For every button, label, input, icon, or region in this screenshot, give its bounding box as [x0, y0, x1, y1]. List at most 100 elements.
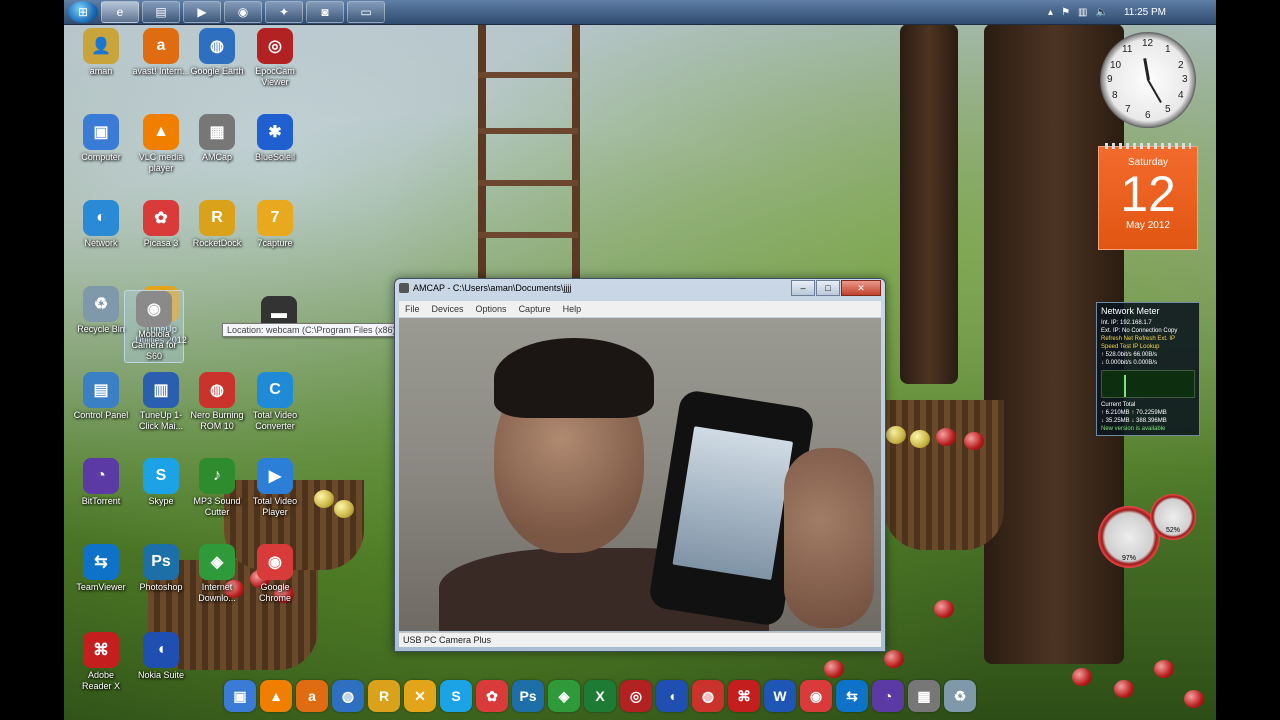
- dock-item-rocketdock[interactable]: R: [368, 680, 400, 712]
- dock-item-avast[interactable]: a: [296, 680, 328, 712]
- desktop-icon-skype[interactable]: S Skype: [132, 458, 190, 507]
- calendar-rings: [1105, 143, 1191, 149]
- dock-item-teamviewer[interactable]: ⇆: [836, 680, 868, 712]
- desktop-icon-picasa[interactable]: ✿ Picasa 3: [132, 200, 190, 249]
- windows-logo-icon: ⊞: [77, 5, 89, 19]
- dock-item-nero[interactable]: ◍: [692, 680, 724, 712]
- calendar-gadget[interactable]: Saturday 12 May 2012: [1098, 143, 1198, 250]
- clock-minute-hand: [1147, 79, 1162, 104]
- tuneup-1click-icon: ▥: [143, 372, 179, 408]
- memory-gauge[interactable]: 52%: [1150, 494, 1196, 540]
- amcap-window: AMCAP - C:\Users\aman\Documents\jjjj – □…: [394, 278, 886, 652]
- desktop-icon-total-video-converter[interactable]: C Total Video Converter: [246, 372, 304, 432]
- excel-icon: X: [595, 688, 605, 704]
- dock-item-skype[interactable]: S: [440, 680, 472, 712]
- menu-file[interactable]: File: [399, 304, 426, 314]
- desktop-icon-tuneup-1click[interactable]: ▥ TuneUp 1-Click Mai...: [132, 372, 190, 432]
- desktop-icon-label: Picasa 3: [143, 238, 179, 248]
- desktop-icon-photoshop[interactable]: Ps Photoshop: [132, 544, 190, 593]
- desktop-icon-bittorrent[interactable]: ◔ BitTorrent: [72, 458, 130, 507]
- desktop-icon-label: Total Video Converter: [252, 410, 298, 431]
- desktop-icon-epoccam[interactable]: ◎ EpocCam Viewer: [246, 28, 304, 88]
- desktop-icon-teamviewer[interactable]: ⇆ TeamViewer: [72, 544, 130, 593]
- menu-capture[interactable]: Capture: [513, 304, 557, 314]
- desktop-icon-computer[interactable]: ▣ Computer: [72, 114, 130, 163]
- dock-item-excel[interactable]: X: [584, 680, 616, 712]
- network-meter-footer-line: ↓ 35.25MB ↓ 388.396MB: [1101, 418, 1167, 424]
- desktop-icon-google-earth[interactable]: ◍ Google Earth: [188, 28, 246, 77]
- taskbar-button-internet-explorer[interactable]: e: [101, 1, 139, 23]
- taskbar-clock[interactable]: 11:25 PM: [1124, 7, 1166, 18]
- calendar-date: 12: [1120, 166, 1176, 222]
- maximize-button[interactable]: □: [816, 280, 840, 296]
- desktop-icon-network[interactable]: ◐ Network: [72, 200, 130, 249]
- vlc-icon: ▲: [269, 688, 283, 704]
- dock-item-photoshop[interactable]: Ps: [512, 680, 544, 712]
- close-button[interactable]: ✕: [841, 280, 881, 296]
- desktop-icon-vlc[interactable]: ▲ VLC media player: [132, 114, 190, 174]
- window-title: AMCAP - C:\Users\aman\Documents\jjjj: [413, 283, 572, 293]
- network-meter-line[interactable]: Refresh Net Refresh Ext. IP: [1097, 335, 1199, 343]
- desktop-icon-adobe-reader[interactable]: ⌘ Adobe Reader X: [72, 632, 130, 692]
- nero-icon: ◍: [199, 372, 235, 408]
- desktop-icon-google-chrome[interactable]: ◉ Google Chrome: [246, 544, 304, 604]
- taskbar-button-window[interactable]: ▭: [347, 1, 385, 23]
- clock-gadget[interactable]: 12 1 2 3 4 5 6 7 8 9 10 11: [1100, 32, 1196, 128]
- desktop-icon-aman[interactable]: 👤 aman: [72, 28, 130, 77]
- network-meter-gadget[interactable]: Network Meter Int. IP: 192.168.1.7 Ext. I…: [1096, 302, 1200, 436]
- desktop-icon-mp3-cutter[interactable]: ♪ MP3 Sound Cutter: [188, 458, 246, 518]
- taskbar-button-media-player[interactable]: ▶: [183, 1, 221, 23]
- dock-item-picasa[interactable]: ✿: [476, 680, 508, 712]
- chevron-up-icon[interactable]: ▴: [1048, 7, 1053, 18]
- desktop-icon-rocketdock[interactable]: R RocketDock: [188, 200, 246, 249]
- desktop-icon-avast[interactable]: a avast! Intern...: [132, 28, 190, 77]
- taskbar-button-chrome[interactable]: ◉: [224, 1, 262, 23]
- menu-options[interactable]: Options: [470, 304, 513, 314]
- desktop-icon-recycle-bin[interactable]: ♻ Recycle Bin: [72, 286, 130, 335]
- dock-item-vlc[interactable]: ▲: [260, 680, 292, 712]
- dock-item-amcap[interactable]: ▦: [908, 680, 940, 712]
- desktop-icon-nokia-suite[interactable]: ◖ Nokia Suite: [132, 632, 190, 681]
- desktop-icon-bluesoleil[interactable]: ✱ BlueSoleil: [246, 114, 304, 163]
- dock-item-word[interactable]: W: [764, 680, 796, 712]
- dock-item-google-chrome[interactable]: ◉: [800, 680, 832, 712]
- taskbar-button-rocketdock[interactable]: ✦: [265, 1, 303, 23]
- taskbar-button-amcap[interactable]: ◙: [306, 1, 344, 23]
- desktop-icon-internet-download[interactable]: ◈ Internet Downlo...: [188, 544, 246, 604]
- chrome-icon: ◉: [237, 5, 249, 19]
- dock-item-nokia-suite[interactable]: ◖: [656, 680, 688, 712]
- clock-number: 10: [1110, 60, 1122, 71]
- webcam-person-hair: [494, 338, 654, 418]
- dock-item-epoccam[interactable]: ◎: [620, 680, 652, 712]
- network-icon[interactable]: ▥: [1078, 7, 1087, 18]
- desktop-icon-amcap[interactable]: ▦ AMCap: [188, 114, 246, 163]
- dock-item-google-earth[interactable]: ◍: [332, 680, 364, 712]
- word-icon: W: [773, 688, 787, 704]
- desktop-icon-total-video-player[interactable]: ▶ Total Video Player: [246, 458, 304, 518]
- dock-item-recycle-bin[interactable]: ♻: [944, 680, 976, 712]
- desktop-icon-nero[interactable]: ◍ Nero Burning ROM 10: [188, 372, 246, 432]
- desktop-icon-control-panel[interactable]: ▤ Control Panel: [72, 372, 130, 421]
- desktop-icon-label: TuneUp 1-Click Mai...: [138, 410, 183, 431]
- minimize-button[interactable]: –: [791, 280, 815, 296]
- teamviewer-icon: ⇆: [83, 544, 119, 580]
- dock-item-adobe-reader[interactable]: ⌘: [728, 680, 760, 712]
- dock-item-internet-download[interactable]: ◈: [548, 680, 580, 712]
- nokia-suite-icon: ◖: [667, 688, 677, 704]
- taskbar-button-folder[interactable]: ▤: [142, 1, 180, 23]
- clock-number: 6: [1145, 110, 1151, 121]
- desktop-icon-7capture[interactable]: 7 7capture: [246, 200, 304, 249]
- menu-help[interactable]: Help: [557, 304, 588, 314]
- menu-devices[interactable]: Devices: [426, 304, 470, 314]
- dock-item-computer[interactable]: ▣: [224, 680, 256, 712]
- flag-icon[interactable]: ⚑: [1061, 7, 1070, 18]
- dock-item-tuneup[interactable]: ✕: [404, 680, 436, 712]
- dock-item-bittorrent[interactable]: ◔: [872, 680, 904, 712]
- start-button[interactable]: ⊞: [68, 1, 98, 23]
- desktop-icon-mobiola[interactable]: ◉ Mobiola Camera for S60: [124, 290, 184, 363]
- volume-icon[interactable]: 🔈: [1095, 7, 1107, 18]
- network-meter-line[interactable]: Speed Test IP Lookup: [1097, 343, 1199, 351]
- amcap-icon: ▦: [917, 687, 931, 704]
- picasa-icon: ✿: [486, 687, 498, 704]
- window-titlebar[interactable]: AMCAP - C:\Users\aman\Documents\jjjj – □…: [395, 279, 885, 297]
